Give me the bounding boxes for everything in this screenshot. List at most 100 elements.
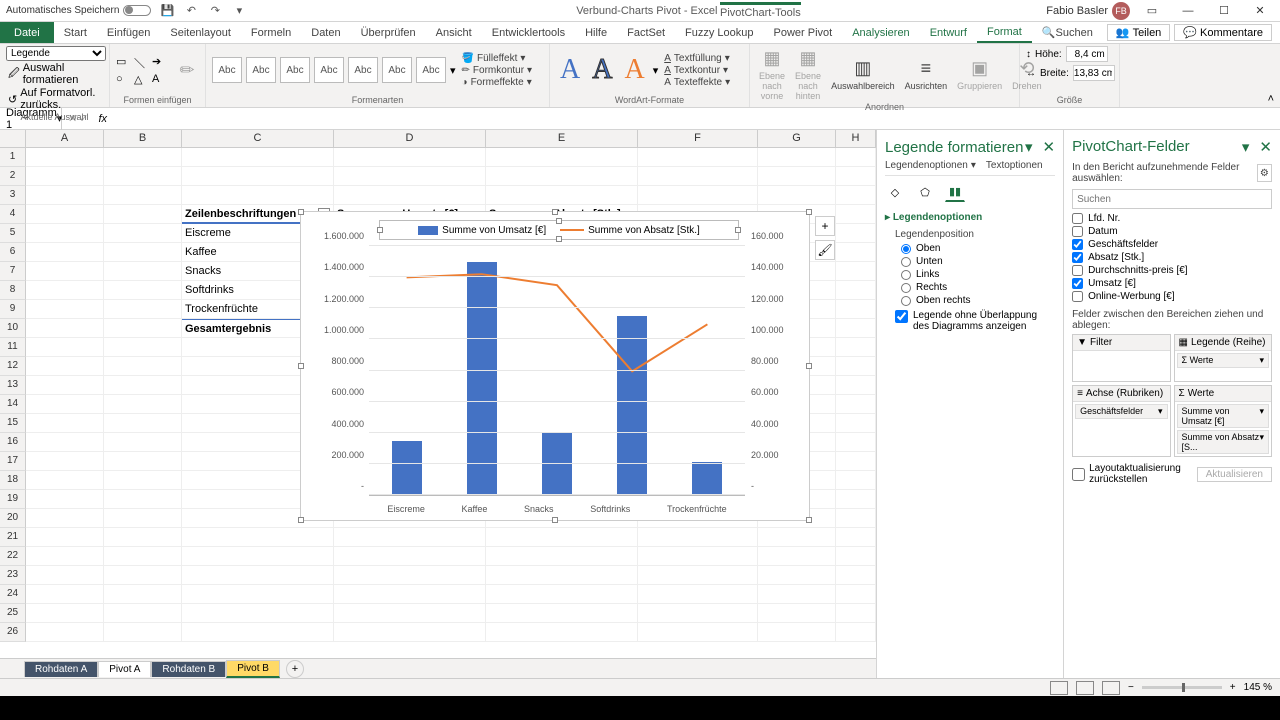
col-header-C[interactable]: C (182, 130, 334, 147)
maximize-icon[interactable]: ☐ (1210, 1, 1238, 21)
cell-F26[interactable] (638, 623, 758, 642)
tab-formulas[interactable]: Formeln (241, 22, 301, 43)
legend-options-tab[interactable]: Legendenoptionen ▾ (885, 160, 976, 171)
cell-D21[interactable] (334, 528, 486, 547)
cell-H21[interactable] (836, 528, 876, 547)
cell-B16[interactable] (104, 433, 182, 452)
tab-powerpivot[interactable]: Power Pivot (764, 22, 843, 43)
cell-E26[interactable] (486, 623, 638, 642)
effects-icon[interactable]: ⬠ (915, 182, 935, 202)
field-6[interactable]: Online-Werbung [€] (1072, 290, 1272, 303)
zoom-slider[interactable] (1142, 686, 1222, 689)
view-pagelayout-icon[interactable] (1076, 681, 1094, 695)
cell-A5[interactable] (26, 224, 104, 243)
cell-G21[interactable] (758, 528, 836, 547)
shape-oval-icon[interactable]: ○ (116, 73, 132, 86)
cell-B3[interactable] (104, 186, 182, 205)
cell-A8[interactable] (26, 281, 104, 300)
legend-pos-bottom[interactable]: Unten (885, 255, 1055, 268)
cell-D2[interactable] (334, 167, 486, 186)
cell-B4[interactable] (104, 205, 182, 224)
cell-H23[interactable] (836, 566, 876, 585)
row-header-26[interactable]: 26 (0, 623, 26, 642)
shape-arrow-icon[interactable]: ➔ (152, 55, 168, 71)
col-header-H[interactable]: H (836, 130, 876, 147)
area-axis[interactable]: ≡ Achse (Rubriken) Geschäftsfelder▾ (1072, 385, 1170, 457)
shape-fill-button[interactable]: 🪣 Fülleffekt ▾ (460, 53, 535, 64)
cell-C23[interactable] (182, 566, 334, 585)
tab-design[interactable]: Entwurf (920, 22, 977, 43)
cell-H22[interactable] (836, 547, 876, 566)
sheet-tab-rohdaten-a[interactable]: Rohdaten A (24, 661, 98, 677)
cell-B26[interactable] (104, 623, 182, 642)
cell-H18[interactable] (836, 471, 876, 490)
cell-B22[interactable] (104, 547, 182, 566)
cell-A21[interactable] (26, 528, 104, 547)
text-fill-button[interactable]: A Textfüllung ▾ (662, 53, 732, 64)
cell-H17[interactable] (836, 452, 876, 471)
add-sheet-button[interactable]: + (286, 660, 304, 678)
text-options-tab[interactable]: Textoptionen (986, 160, 1043, 171)
cell-F22[interactable] (638, 547, 758, 566)
cell-A6[interactable] (26, 243, 104, 262)
cell-F25[interactable] (638, 604, 758, 623)
col-header-D[interactable]: D (334, 130, 486, 147)
field-3[interactable]: Absatz [Stk.] (1072, 251, 1272, 264)
cell-D23[interactable] (334, 566, 486, 585)
cell-A18[interactable] (26, 471, 104, 490)
cell-G3[interactable] (758, 186, 836, 205)
text-effects-button[interactable]: A Texteffekte ▾ (662, 77, 732, 88)
cell-A17[interactable] (26, 452, 104, 471)
cell-G24[interactable] (758, 585, 836, 604)
area-legend[interactable]: ▦ Legende (Reihe) Σ Werte▾ (1174, 334, 1272, 382)
cell-H6[interactable] (836, 243, 876, 262)
legend-pos-right[interactable]: Rechts (885, 281, 1055, 294)
cell-B13[interactable] (104, 376, 182, 395)
ribbon-mode-icon[interactable]: ▭ (1138, 1, 1166, 21)
fields-options-icon[interactable]: ▾ (1242, 138, 1250, 156)
row-header-20[interactable]: 20 (0, 509, 26, 528)
zoom-out-icon[interactable]: − (1128, 682, 1134, 693)
field-2[interactable]: Geschäftsfelder (1072, 238, 1272, 251)
shape-style-7[interactable]: Abc (416, 57, 446, 83)
cell-E23[interactable] (486, 566, 638, 585)
cell-E22[interactable] (486, 547, 638, 566)
row-header-13[interactable]: 13 (0, 376, 26, 395)
cell-H5[interactable] (836, 224, 876, 243)
cell-C26[interactable] (182, 623, 334, 642)
close-format-pane-icon[interactable]: ✕ (1043, 138, 1056, 156)
cell-A3[interactable] (26, 186, 104, 205)
cell-E1[interactable] (486, 148, 638, 167)
cell-B5[interactable] (104, 224, 182, 243)
cell-B17[interactable] (104, 452, 182, 471)
cell-A1[interactable] (26, 148, 104, 167)
minimize-icon[interactable]: — (1174, 1, 1202, 21)
shape-text-icon[interactable]: A (152, 73, 168, 86)
cell-F3[interactable] (638, 186, 758, 205)
shape-style-1[interactable]: Abc (212, 57, 242, 83)
cell-H19[interactable] (836, 490, 876, 509)
wordart-style-2[interactable]: A (588, 54, 616, 86)
cell-B7[interactable] (104, 262, 182, 281)
shape-outline-button[interactable]: ✏ Formkontur ▾ (460, 65, 535, 76)
values-field-1[interactable]: Summe von Umsatz [€]▾ (1177, 404, 1269, 428)
tab-fuzzy[interactable]: Fuzzy Lookup (675, 22, 763, 43)
row-header-5[interactable]: 5 (0, 224, 26, 243)
reset-style-button[interactable]: ↺ Auf Formatvorl. zurücks. (6, 87, 103, 111)
selection-pane-button[interactable]: ▥Auswahlbereich (828, 56, 898, 91)
row-header-16[interactable]: 16 (0, 433, 26, 452)
row-header-23[interactable]: 23 (0, 566, 26, 585)
share-button[interactable]: 👥 Teilen (1107, 24, 1170, 41)
width-input[interactable] (1073, 65, 1115, 81)
row-header-2[interactable]: 2 (0, 167, 26, 186)
cell-E2[interactable] (486, 167, 638, 186)
cell-H1[interactable] (836, 148, 876, 167)
close-fields-pane-icon[interactable]: ✕ (1259, 138, 1272, 156)
cell-A14[interactable] (26, 395, 104, 414)
legend-pos-topright[interactable]: Oben rechts (885, 294, 1055, 307)
view-normal-icon[interactable] (1050, 681, 1068, 695)
row-header-6[interactable]: 6 (0, 243, 26, 262)
cell-E21[interactable] (486, 528, 638, 547)
shape-style-3[interactable]: Abc (280, 57, 310, 83)
align-button[interactable]: ≡Ausrichten (902, 56, 951, 91)
